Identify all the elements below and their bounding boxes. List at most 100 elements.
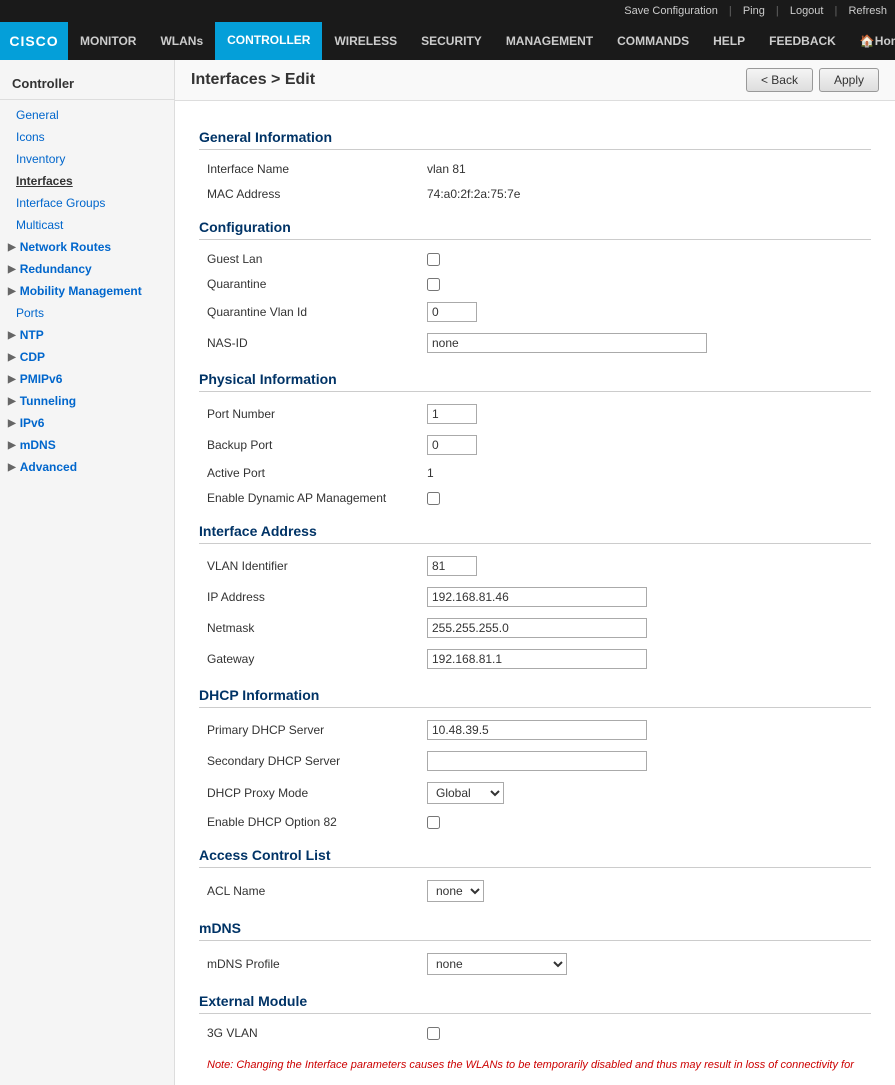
dhcp-option82-checkbox[interactable] [427,816,440,829]
cisco-logo: CISCO [0,22,68,60]
gateway-input[interactable] [427,649,647,669]
port-number-label: Port Number [207,407,427,421]
ip-address-input[interactable] [427,587,647,607]
nav-controller[interactable]: CONTROLLER [215,22,322,60]
dhcp-option82-row: Enable DHCP Option 82 [199,813,871,831]
primary-dhcp-label: Primary DHCP Server [207,723,427,737]
nav-commands[interactable]: COMMANDS [605,22,701,60]
quarantine-checkbox[interactable] [427,278,440,291]
sidebar-item-ports[interactable]: Ports [0,302,174,324]
mac-address-row: MAC Address 74:a0:2f:2a:75:7e [199,185,871,203]
top-bar: Save Configuration | Ping | Logout | Ref… [0,0,895,22]
netmask-label: Netmask [207,621,427,635]
mac-address-value: 74:a0:2f:2a:75:7e [427,187,520,201]
quarantine-vlan-input[interactable] [427,302,477,322]
acl-heading: Access Control List [199,847,871,868]
vlan-3g-checkbox[interactable] [427,1027,440,1040]
sidebar-item-advanced[interactable]: ▶ Advanced [0,456,174,478]
mdns-profile-select[interactable]: none [427,953,567,975]
acl-name-row: ACL Name none [199,878,871,904]
advanced-arrow: ▶ [8,462,16,473]
proxy-mode-row: DHCP Proxy Mode Global Enabled Disabled [199,780,871,806]
redundancy-arrow: ▶ [8,264,16,275]
mdns-heading: mDNS [199,920,871,941]
gateway-row: Gateway [199,647,871,671]
primary-dhcp-row: Primary DHCP Server [199,718,871,742]
enable-dynamic-ap-checkbox[interactable] [427,492,440,505]
sidebar-item-redundancy[interactable]: ▶ Redundancy [0,258,174,280]
refresh-link[interactable]: Refresh [848,5,887,17]
sidebar-item-cdp[interactable]: ▶ CDP [0,346,174,368]
enable-dynamic-ap-label: Enable Dynamic AP Management [207,491,427,505]
quarantine-label: Quarantine [207,277,427,291]
sidebar-divider-top [0,99,174,100]
save-config-link[interactable]: Save Configuration [624,5,718,17]
secondary-dhcp-row: Secondary DHCP Server [199,749,871,773]
vlan-3g-label: 3G VLAN [207,1026,427,1040]
header-buttons: < Back Apply [746,68,879,92]
sidebar-item-interfaces[interactable]: Interfaces [0,170,174,192]
ping-link[interactable]: Ping [743,5,765,17]
nav-security[interactable]: SECURITY [409,22,494,60]
interface-address-heading: Interface Address [199,523,871,544]
main-content: Interfaces > Edit < Back Apply General I… [175,60,895,1085]
backup-port-row: Backup Port [199,433,871,457]
sidebar-item-pmipv6[interactable]: ▶ PMIPv6 [0,368,174,390]
sidebar-item-mdns[interactable]: ▶ mDNS [0,434,174,456]
proxy-mode-label: DHCP Proxy Mode [207,786,427,800]
ntp-arrow: ▶ [8,330,16,341]
back-button[interactable]: < Back [746,68,813,92]
logout-link[interactable]: Logout [790,5,824,17]
sidebar-item-ipv6[interactable]: ▶ IPv6 [0,412,174,434]
nav-monitor[interactable]: MONITOR [68,22,148,60]
vlan-id-row: VLAN Identifier [199,554,871,578]
apply-button[interactable]: Apply [819,68,879,92]
quarantine-vlan-row: Quarantine Vlan Id [199,300,871,324]
nav-help[interactable]: HELP [701,22,757,60]
sidebar-item-tunneling[interactable]: ▶ Tunneling [0,390,174,412]
acl-name-label: ACL Name [207,884,427,898]
pmipv6-arrow: ▶ [8,374,16,385]
primary-dhcp-input[interactable] [427,720,647,740]
active-port-row: Active Port 1 [199,464,871,482]
proxy-mode-select[interactable]: Global Enabled Disabled [427,782,504,804]
sidebar-item-mobility-management[interactable]: ▶ Mobility Management [0,280,174,302]
nav-wlans[interactable]: WLANs [148,22,215,60]
content-header: Interfaces > Edit < Back Apply [175,60,895,101]
mdns-profile-label: mDNS Profile [207,957,427,971]
interface-name-label: Interface Name [207,162,427,176]
nav-management[interactable]: MANAGEMENT [494,22,605,60]
sidebar-item-general[interactable]: General [0,104,174,126]
dhcp-info-heading: DHCP Information [199,687,871,708]
secondary-dhcp-input[interactable] [427,751,647,771]
sidebar-item-inventory[interactable]: Inventory [0,148,174,170]
top-bar-links: Save Configuration | Ping | Logout | Ref… [616,5,887,17]
mdns-profile-row: mDNS Profile none [199,951,871,977]
nav-wireless[interactable]: WIRELESS [322,22,409,60]
sidebar-item-icons[interactable]: Icons [0,126,174,148]
vlan-3g-row: 3G VLAN [199,1024,871,1042]
netmask-input[interactable] [427,618,647,638]
network-routes-arrow: ▶ [8,242,16,253]
mobility-arrow: ▶ [8,286,16,297]
vlan-id-input[interactable] [427,556,477,576]
guest-lan-checkbox[interactable] [427,253,440,266]
backup-port-input[interactable] [427,435,477,455]
gateway-label: Gateway [207,652,427,666]
sidebar-title: Controller [0,68,174,95]
acl-name-select[interactable]: none [427,880,484,902]
sidebar-item-multicast[interactable]: Multicast [0,214,174,236]
page-layout: Controller General Icons Inventory Inter… [0,60,895,1085]
mdns-arrow: ▶ [8,440,16,451]
interface-name-value: vlan 81 [427,162,466,176]
nav-home[interactable]: 🏠 Home [848,22,895,60]
active-port-label: Active Port [207,466,427,480]
page-title: Interfaces > Edit [191,71,315,89]
nav-feedback[interactable]: FEEDBACK [757,22,848,60]
sidebar-item-ntp[interactable]: ▶ NTP [0,324,174,346]
sidebar-item-interface-groups[interactable]: Interface Groups [0,192,174,214]
ipv6-arrow: ▶ [8,418,16,429]
port-number-input[interactable] [427,404,477,424]
nas-id-input[interactable] [427,333,707,353]
sidebar-item-network-routes[interactable]: ▶ Network Routes [0,236,174,258]
